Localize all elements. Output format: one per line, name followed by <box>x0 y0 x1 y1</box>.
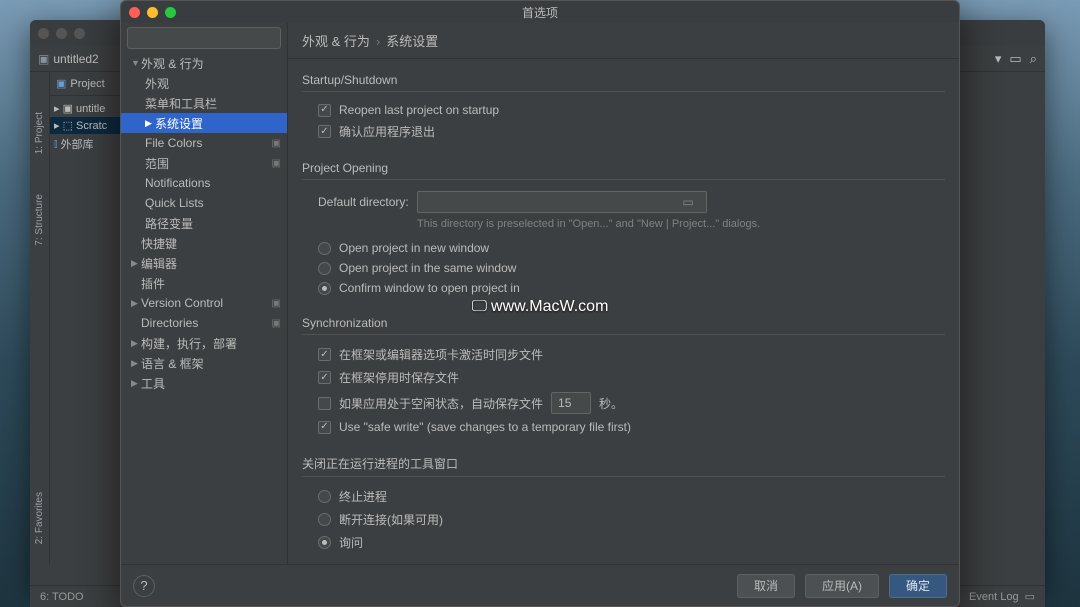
section-close-tool-title: 关闭正在运行进程的工具窗口 <box>302 455 945 477</box>
check-icon <box>318 421 331 434</box>
maximize-icon[interactable] <box>74 28 85 39</box>
ok-button[interactable]: 确定 <box>889 574 947 598</box>
folder-icon: ▣ <box>38 52 49 66</box>
window-icon[interactable]: ▭ <box>1009 51 1021 67</box>
check-icon <box>318 371 331 384</box>
preferences-footer: ? 取消 应用(A) 确定 <box>121 564 959 606</box>
project-name: untitled2 <box>53 52 98 66</box>
radio-icon <box>318 242 331 255</box>
preferences-titlebar: 首选项 <box>121 1 959 23</box>
minimize-icon[interactable] <box>147 7 158 18</box>
preferences-nav: ▼外观 & 行为 外观 菜单和工具栏 ▶系统设置 File Colors▣ 范围… <box>121 53 287 564</box>
nav-notifications[interactable]: Notifications <box>121 173 287 193</box>
project-badge-icon: ▣ <box>272 158 281 169</box>
radio-new-window[interactable]: Open project in new window <box>302 238 945 258</box>
check-icon <box>318 348 331 361</box>
check-icon <box>318 125 331 138</box>
apply-button[interactable]: 应用(A) <box>805 574 879 598</box>
radio-terminate[interactable]: 终止进程 <box>302 485 945 508</box>
radio-icon <box>318 513 331 526</box>
gutter-tab-favorites[interactable]: 2: Favorites <box>34 492 45 544</box>
project-badge-icon: ▣ <box>272 298 281 309</box>
check-icon <box>318 104 331 117</box>
close-icon[interactable] <box>129 7 140 18</box>
radio-disconnect[interactable]: 断开连接(如果可用) <box>302 508 945 531</box>
nav-appearance[interactable]: 外观 <box>121 73 287 93</box>
search-input[interactable] <box>127 27 281 49</box>
cancel-button[interactable]: 取消 <box>737 574 795 598</box>
radio-confirm-window[interactable]: Confirm window to open project in <box>302 278 945 298</box>
default-directory-input[interactable] <box>424 195 677 210</box>
checkbox-reopen-last[interactable]: Reopen last project on startup <box>302 100 945 120</box>
nav-file-colors[interactable]: File Colors▣ <box>121 133 287 153</box>
nav-directories[interactable]: Directories▣ <box>121 313 287 333</box>
breadcrumb: 外观 & 行为›系统设置 <box>288 23 959 59</box>
left-gutter: 1: Project 7: Structure 2: Favorites <box>30 72 50 564</box>
nav-plugins[interactable]: 插件 <box>121 273 287 293</box>
default-directory-hint: This directory is preselected in "Open..… <box>417 218 945 230</box>
checkbox-autosave-idle[interactable]: 如果应用处于空闲状态，自动保存文件 秒。 <box>302 389 945 417</box>
project-badge-icon: ▣ <box>272 318 281 329</box>
checkbox-confirm-exit[interactable]: 确认应用程序退出 <box>302 120 945 143</box>
nav-languages[interactable]: ▶语言 & 框架 <box>121 353 287 373</box>
radio-same-window[interactable]: Open project in the same window <box>302 258 945 278</box>
radio-icon <box>318 262 331 275</box>
nav-system-settings[interactable]: ▶系统设置 <box>121 113 287 133</box>
nav-build[interactable]: ▶构建，执行，部署 <box>121 333 287 353</box>
help-button[interactable]: ? <box>133 575 155 597</box>
nav-quick-lists[interactable]: Quick Lists <box>121 193 287 213</box>
radio-icon <box>318 490 331 503</box>
nav-version-control[interactable]: ▶Version Control▣ <box>121 293 287 313</box>
autosave-seconds-input[interactable] <box>551 392 591 414</box>
section-project-opening-title: Project Opening <box>302 161 945 180</box>
event-log-button[interactable]: Event Log <box>969 591 1019 603</box>
checkbox-safe-write[interactable]: Use "safe write" (save changes to a temp… <box>302 417 945 437</box>
preferences-sidebar: ▼外观 & 行为 外观 菜单和工具栏 ▶系统设置 File Colors▣ 范围… <box>121 23 288 564</box>
nav-menus-toolbars[interactable]: 菜单和工具栏 <box>121 93 287 113</box>
radio-icon <box>318 536 331 549</box>
minimize-icon[interactable] <box>56 28 67 39</box>
nav-keymap[interactable]: 快捷键 <box>121 233 287 253</box>
preferences-title: 首选项 <box>522 4 558 21</box>
browse-folder-icon[interactable]: ▭ <box>676 195 699 209</box>
nav-tools[interactable]: ▶工具 <box>121 373 287 393</box>
nav-editor[interactable]: ▶编辑器 <box>121 253 287 273</box>
radio-ask[interactable]: 询问 <box>302 531 945 554</box>
nav-path-variables[interactable]: 路径变量 <box>121 213 287 233</box>
gutter-tab-project[interactable]: 1: Project <box>34 112 45 154</box>
check-icon <box>318 397 331 410</box>
checkbox-sync-activation[interactable]: 在框架或编辑器选项卡激活时同步文件 <box>302 343 945 366</box>
section-sync-title: Synchronization <box>302 316 945 335</box>
preferences-dialog: 首选项 ▼外观 & 行为 外观 菜单和工具栏 ▶系统设置 File Colors… <box>120 0 960 607</box>
nav-scopes[interactable]: 范围▣ <box>121 153 287 173</box>
search-icon[interactable]: ⌕ <box>1030 51 1037 67</box>
checkbox-save-deactivation[interactable]: 在框架停用时保存文件 <box>302 366 945 389</box>
run-target-icon[interactable]: ▾ <box>995 51 1002 67</box>
maximize-icon[interactable] <box>165 7 176 18</box>
gutter-tab-structure[interactable]: 7: Structure <box>34 194 45 246</box>
default-directory-field[interactable]: ▭ <box>417 191 707 213</box>
default-directory-label: Default directory: <box>318 195 409 209</box>
close-icon[interactable] <box>38 28 49 39</box>
radio-icon <box>318 282 331 295</box>
nav-appearance-behavior[interactable]: ▼外观 & 行为 <box>121 53 287 73</box>
project-badge-icon: ▣ <box>272 138 281 149</box>
section-startup-title: Startup/Shutdown <box>302 73 945 92</box>
status-indicator-icon: ▭ <box>1025 590 1035 603</box>
preferences-content: 外观 & 行为›系统设置 Startup/Shutdown Reopen las… <box>288 23 959 564</box>
todo-button[interactable]: 6: TODO <box>40 591 84 603</box>
